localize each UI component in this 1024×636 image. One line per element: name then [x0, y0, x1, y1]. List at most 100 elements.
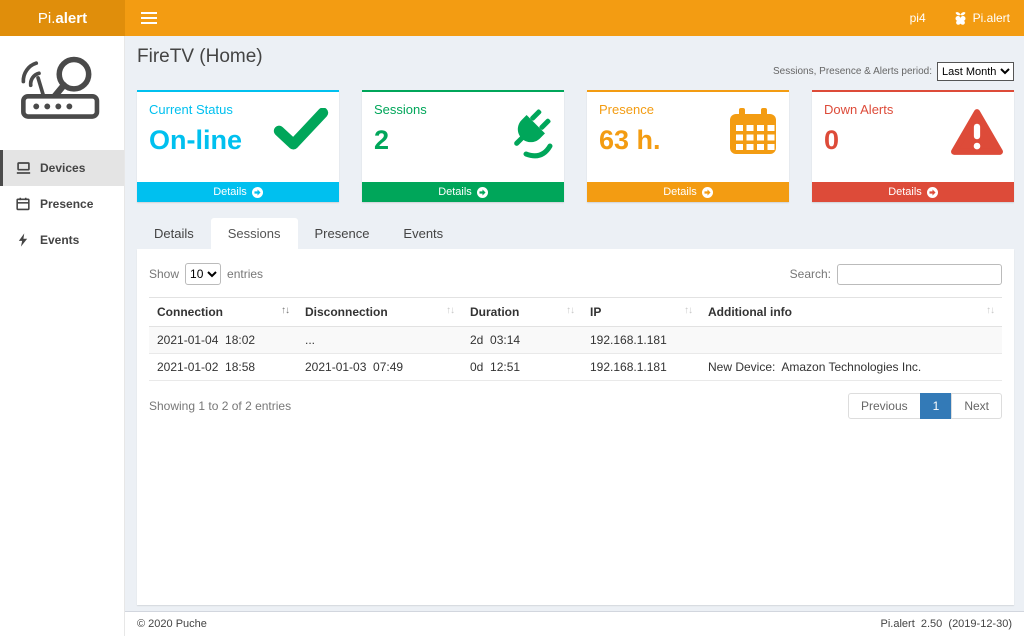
top-navbar: Pi.alert pi4 Pi.alert	[0, 0, 1024, 36]
pagination-next[interactable]: Next	[951, 393, 1002, 419]
table-controls: Show 10 entries Search:	[149, 263, 1002, 285]
sidebar-item-devices[interactable]: Devices	[0, 150, 124, 186]
cell-disconnection: 2021-01-03 07:49	[297, 354, 462, 381]
brand-logo[interactable]: Pi.alert	[0, 0, 125, 36]
arrow-circle-icon	[477, 187, 488, 198]
sort-icon: ↑↓	[566, 305, 574, 316]
arrow-circle-icon	[927, 187, 938, 198]
sessions-panel: Show 10 entries Search:	[137, 249, 1014, 605]
column-header-ip[interactable]: ↑↓ IP	[582, 298, 700, 327]
raspberry-icon	[954, 11, 967, 26]
sort-icon: ↑↓	[281, 305, 289, 316]
search-label: Search:	[790, 267, 831, 281]
search-input[interactable]	[837, 264, 1002, 285]
column-header-duration[interactable]: ↑↓ Duration	[462, 298, 582, 327]
column-label: Disconnection	[305, 305, 388, 319]
brand-prefix: Pi.	[38, 10, 56, 27]
plug-icon	[502, 108, 554, 165]
arrow-circle-icon	[702, 187, 713, 198]
table-summary: Showing 1 to 2 of 2 entries	[149, 399, 291, 413]
column-label: Connection	[157, 305, 223, 319]
navbar-right: pi4 Pi.alert	[910, 11, 1024, 26]
presence-icon	[15, 197, 31, 211]
sidebar-menu: Devices Presence Events	[0, 150, 124, 258]
pagination: Previous 1 Next	[848, 393, 1002, 419]
cell-ip: 192.168.1.181	[582, 354, 700, 381]
table-header-row: ↑↓ Connection ↑↓ Disconnection ↑↓ Durati…	[149, 298, 1002, 327]
hamburger-icon	[141, 12, 157, 24]
user-menu[interactable]: Pi.alert	[954, 11, 1010, 26]
pagination-page-1[interactable]: 1	[920, 393, 953, 419]
current-status-card: Current Status On-line Details	[137, 90, 339, 202]
tab-presence[interactable]: Presence	[298, 218, 387, 249]
period-select[interactable]: Last Month	[937, 62, 1014, 81]
summary-cards: Current Status On-line Details	[137, 90, 1014, 202]
cell-additional-info	[700, 327, 1002, 354]
cell-duration: 2d 03:14	[462, 327, 582, 354]
column-label: Additional info	[708, 305, 792, 319]
sidebar-item-events[interactable]: Events	[0, 222, 124, 258]
tab-sessions[interactable]: Sessions	[211, 218, 298, 249]
details-link[interactable]: Details	[812, 182, 1014, 202]
card-body: Sessions 2	[362, 92, 564, 182]
sessions-table: ↑↓ Connection ↑↓ Disconnection ↑↓ Durati…	[149, 297, 1002, 381]
card-body: Down Alerts 0	[812, 92, 1014, 182]
table-row: 2021-01-04 18:02 ... 2d 03:14 192.168.1.…	[149, 327, 1002, 354]
version-label: Pi.alert 2.50 (2019-12-30)	[881, 618, 1012, 630]
app-root: Pi.alert pi4 Pi.alert	[0, 0, 1024, 636]
sidebar-item-presence[interactable]: Presence	[0, 186, 124, 222]
page-size-select[interactable]: 10	[185, 263, 221, 285]
card-body: Presence 63 h.	[587, 92, 789, 182]
period-label: Sessions, Presence & Alerts period:	[773, 66, 932, 77]
presence-card: Presence 63 h.	[587, 90, 789, 202]
copyright-label: © 2020 Puche	[137, 618, 207, 630]
sidebar-item-label: Devices	[40, 161, 85, 175]
sessions-card: Sessions 2	[362, 90, 564, 202]
events-icon	[15, 233, 31, 247]
user-label: Pi.alert	[973, 11, 1010, 25]
column-label: Duration	[470, 305, 519, 319]
cell-connection: 2021-01-04 18:02	[149, 327, 297, 354]
sidebar-item-label: Presence	[40, 197, 93, 211]
tab-events[interactable]: Events	[386, 218, 460, 249]
sort-icon: ↑↓	[986, 305, 994, 316]
page-header: FireTV (Home) Sessions, Presence & Alert…	[137, 46, 1014, 84]
router-magnifier-icon	[16, 50, 108, 126]
show-label: Show	[149, 267, 179, 281]
warning-icon	[950, 108, 1004, 161]
tab-details[interactable]: Details	[137, 218, 211, 249]
content: FireTV (Home) Sessions, Presence & Alert…	[125, 36, 1024, 611]
arrow-circle-icon	[252, 187, 263, 198]
sidebar-toggle-button[interactable]	[125, 0, 173, 36]
search-control: Search:	[790, 264, 1002, 285]
sort-icon: ↑↓	[446, 305, 454, 316]
column-header-disconnection[interactable]: ↑↓ Disconnection	[297, 298, 462, 327]
details-label: Details	[888, 186, 922, 198]
table-row: 2021-01-02 18:58 2021-01-03 07:49 0d 12:…	[149, 354, 1002, 381]
column-header-additional-info[interactable]: ↑↓ Additional info	[700, 298, 1002, 327]
pagination-previous[interactable]: Previous	[848, 393, 921, 419]
down-alerts-card: Down Alerts 0 Details	[812, 90, 1014, 202]
app-logo	[0, 36, 124, 136]
cell-disconnection: ...	[297, 327, 462, 354]
period-selector: Sessions, Presence & Alerts period: Last…	[773, 62, 1014, 81]
navbar-bar: pi4 Pi.alert	[125, 0, 1024, 36]
details-label: Details	[663, 186, 697, 198]
details-label: Details	[438, 186, 472, 198]
details-link[interactable]: Details	[137, 182, 339, 202]
page-footer: © 2020 Puche Pi.alert 2.50 (2019-12-30)	[125, 611, 1024, 636]
card-body: Current Status On-line	[137, 92, 339, 182]
details-link[interactable]: Details	[362, 182, 564, 202]
sidebar: Devices Presence Events	[0, 36, 125, 636]
host-label: pi4	[910, 11, 926, 25]
cell-ip: 192.168.1.181	[582, 327, 700, 354]
main-area: Devices Presence Events	[0, 36, 1024, 636]
sort-icon: ↑↓	[684, 305, 692, 316]
details-link[interactable]: Details	[587, 182, 789, 202]
calendar-icon	[727, 108, 779, 161]
column-header-connection[interactable]: ↑↓ Connection	[149, 298, 297, 327]
column-label: IP	[590, 305, 601, 319]
detail-tabs: Details Sessions Presence Events	[137, 218, 1014, 249]
cell-duration: 0d 12:51	[462, 354, 582, 381]
details-label: Details	[213, 186, 247, 198]
